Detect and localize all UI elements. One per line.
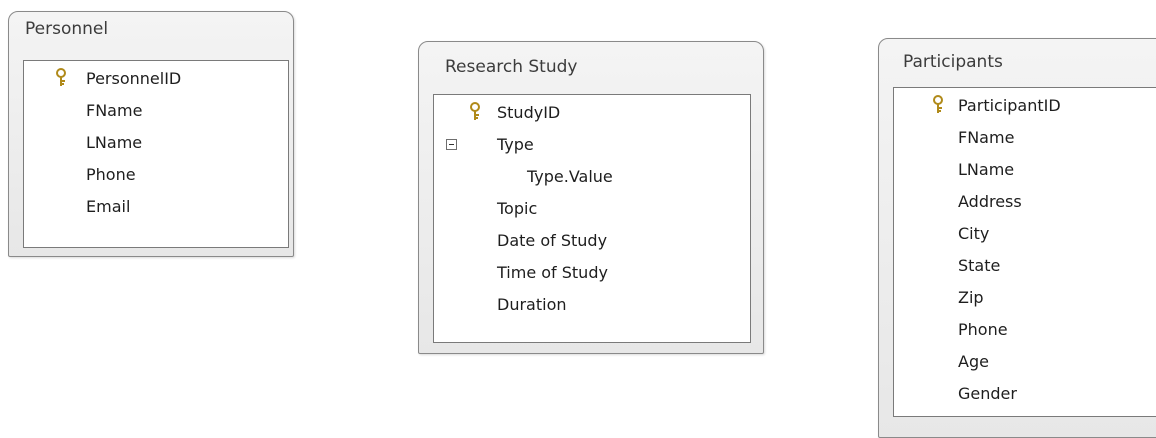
- field-label: FName: [86, 101, 143, 120]
- field-age[interactable]: Age: [894, 346, 1156, 378]
- field-time-of-study[interactable]: Time of Study: [434, 257, 750, 289]
- field-phone[interactable]: Phone: [894, 314, 1156, 346]
- field-list-participants: ParticipantID FName LName Address City S…: [893, 87, 1156, 417]
- field-label: City: [958, 224, 990, 243]
- field-fname[interactable]: FName: [894, 122, 1156, 154]
- field-gender[interactable]: Gender: [894, 378, 1156, 410]
- field-type[interactable]: Type: [434, 129, 750, 161]
- field-list-research-study: StudyID Type Type.Value Topic Date of St…: [433, 94, 751, 343]
- field-label: Type: [497, 135, 534, 154]
- field-phone[interactable]: Phone: [24, 159, 288, 191]
- field-label: Phone: [958, 320, 1008, 339]
- field-date-of-study[interactable]: Date of Study: [434, 225, 750, 257]
- primary-key-icon: [933, 95, 943, 113]
- field-label: Topic: [497, 199, 538, 218]
- table-title-research-study[interactable]: Research Study: [445, 57, 577, 77]
- field-participantid[interactable]: ParticipantID: [894, 90, 1156, 122]
- field-fname[interactable]: FName: [24, 95, 288, 127]
- field-label: LName: [86, 133, 143, 152]
- field-label: Phone: [86, 165, 136, 184]
- primary-key-icon: [470, 102, 480, 120]
- field-studyid[interactable]: StudyID: [434, 97, 750, 129]
- field-label: Age: [958, 352, 989, 371]
- field-list-personnel: PersonnelID FName LName Phone Email: [23, 60, 289, 248]
- field-label: StudyID: [497, 103, 561, 122]
- field-label: FName: [958, 128, 1015, 147]
- field-label: Type.Value: [527, 167, 613, 186]
- field-zip[interactable]: Zip: [894, 282, 1156, 314]
- table-participants[interactable]: Participants ParticipantID FName LName A…: [878, 38, 1156, 438]
- field-label: Date of Study: [497, 231, 608, 250]
- field-personnelid[interactable]: PersonnelID: [24, 63, 288, 95]
- field-label: Zip: [958, 288, 984, 307]
- field-lname[interactable]: LName: [24, 127, 288, 159]
- table-title-personnel[interactable]: Personnel: [25, 19, 108, 39]
- field-label: Time of Study: [497, 263, 608, 282]
- field-label: Address: [958, 192, 1022, 211]
- field-label: Duration: [497, 295, 567, 314]
- field-duration[interactable]: Duration: [434, 289, 750, 321]
- table-title-participants[interactable]: Participants: [903, 52, 1003, 72]
- field-topic[interactable]: Topic: [434, 193, 750, 225]
- minus-box-icon[interactable]: [446, 139, 457, 150]
- field-label: State: [958, 256, 1001, 275]
- field-lname[interactable]: LName: [894, 154, 1156, 186]
- field-state[interactable]: State: [894, 250, 1156, 282]
- primary-key-icon: [56, 68, 66, 86]
- table-personnel[interactable]: Personnel PersonnelID FName LName Phone …: [8, 11, 294, 257]
- field-label: LName: [958, 160, 1015, 179]
- field-address[interactable]: Address: [894, 186, 1156, 218]
- field-label: Email: [86, 197, 131, 216]
- field-city[interactable]: City: [894, 218, 1156, 250]
- field-label: Gender: [958, 384, 1017, 403]
- field-email[interactable]: Email: [24, 191, 288, 223]
- field-label: PersonnelID: [86, 69, 182, 88]
- field-label: ParticipantID: [958, 96, 1061, 115]
- table-research-study[interactable]: Research Study StudyID Type Type.Value T…: [418, 41, 764, 354]
- field-type-value[interactable]: Type.Value: [434, 161, 750, 193]
